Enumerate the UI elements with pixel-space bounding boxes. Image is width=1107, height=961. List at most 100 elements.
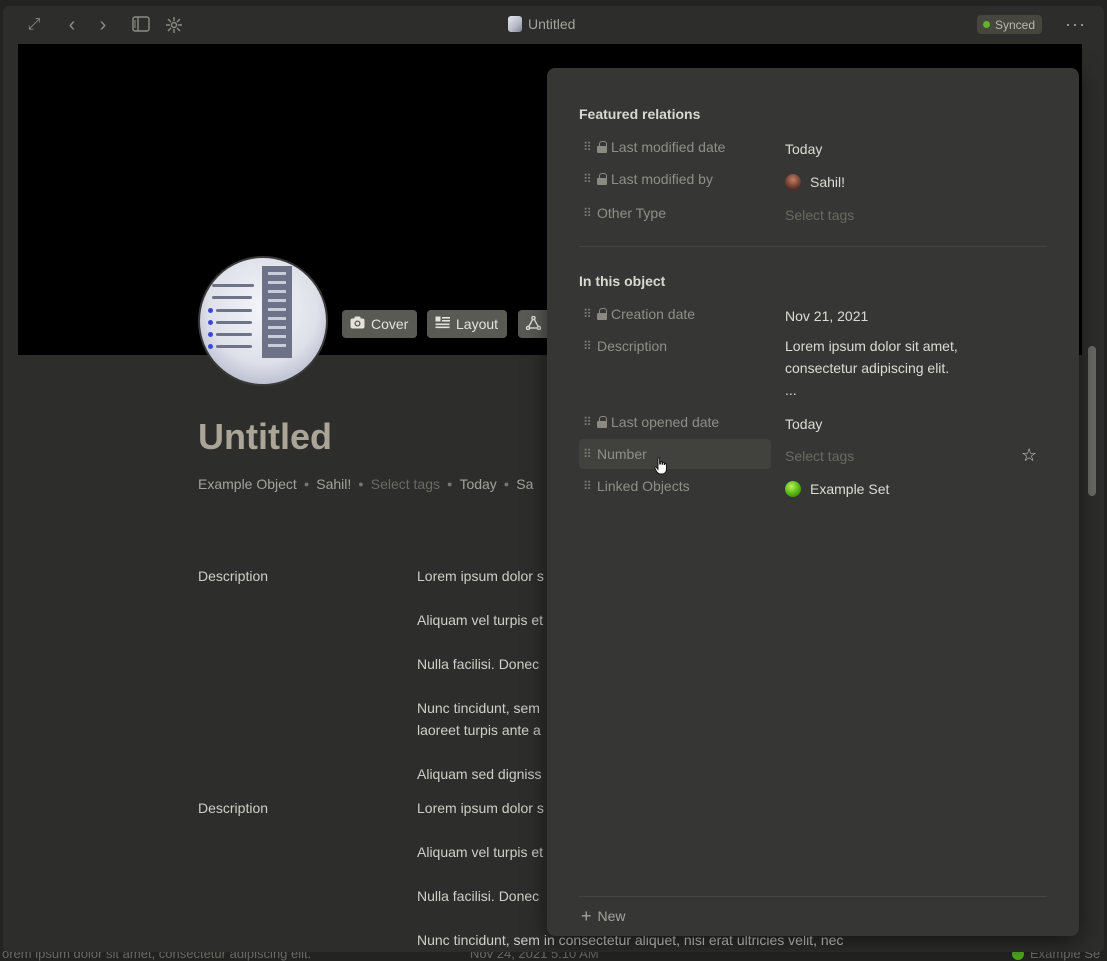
relation-name: Linked Objects bbox=[597, 478, 690, 494]
layout-button-label: Layout bbox=[456, 316, 499, 332]
layout-button[interactable]: Layout bbox=[427, 310, 508, 338]
relation-name: Last modified date bbox=[611, 139, 726, 155]
relation-name: Last modified by bbox=[611, 171, 713, 187]
avatar-dot bbox=[208, 332, 213, 337]
scrollbar[interactable] bbox=[1088, 346, 1096, 496]
relation-name-cell[interactable]: ⠿ Last opened date bbox=[579, 407, 771, 437]
lock-icon bbox=[597, 173, 607, 185]
relation-name-cell[interactable]: ⠿ Creation date bbox=[579, 299, 771, 329]
relation-row[interactable]: ⠿ Last modified by Sahil! bbox=[579, 164, 1019, 192]
star-icon[interactable]: ☆ bbox=[1021, 445, 1037, 466]
relation-name: Last opened date bbox=[611, 414, 720, 430]
cover-button[interactable]: Cover bbox=[342, 310, 418, 338]
relation-value-line: Lorem ipsum dolor sit amet, bbox=[785, 338, 958, 354]
avatar-line bbox=[212, 296, 252, 299]
expand-icon[interactable]: ⤢ bbox=[25, 16, 43, 34]
window-title: Untitled bbox=[508, 16, 575, 32]
featured-relations-line: Example Object ● Sahil! ● Select tags ● … bbox=[198, 476, 533, 492]
relation-row[interactable]: ⠿ Last opened date Today bbox=[579, 407, 1019, 435]
plus-icon: + bbox=[581, 906, 592, 926]
relation-value[interactable]: Nov 21, 2021 bbox=[785, 305, 868, 327]
object-relations-heading: In this object bbox=[579, 273, 666, 289]
top-bar: ⤢ ‹ › Untitled Synced ··· bbox=[3, 6, 1104, 44]
drag-handle-icon[interactable]: ⠿ bbox=[583, 141, 593, 153]
relation-value-line: consectetur adipiscing elit. bbox=[785, 360, 950, 376]
relation-row[interactable]: ⠿ Creation date Nov 21, 2021 bbox=[579, 299, 1019, 327]
new-relation-label: New bbox=[597, 908, 626, 924]
relation-name-cell[interactable]: ⠿ Number bbox=[579, 439, 771, 469]
window-title-text: Untitled bbox=[528, 16, 576, 32]
relation-name-cell[interactable]: ⠿ Other Type bbox=[579, 198, 771, 228]
lock-icon bbox=[597, 416, 607, 428]
new-relation-button[interactable]: + New bbox=[581, 906, 626, 926]
object-avatar[interactable] bbox=[198, 256, 328, 386]
drag-handle-icon[interactable]: ⠿ bbox=[583, 308, 593, 320]
meta-separator: ● bbox=[447, 479, 453, 489]
lock-icon bbox=[597, 308, 607, 320]
relation-value[interactable]: Today bbox=[785, 413, 822, 435]
linked-object-name: Example Set bbox=[810, 481, 890, 497]
relations-panel: Featured relations ⠿ Last modified date … bbox=[547, 68, 1079, 936]
camera-icon bbox=[350, 316, 365, 332]
drag-handle-icon[interactable]: ⠿ bbox=[583, 173, 593, 185]
layout-icon bbox=[435, 316, 450, 332]
back-icon[interactable]: ‹ bbox=[63, 15, 81, 35]
graph-icon[interactable] bbox=[165, 16, 183, 34]
more-icon[interactable]: ··· bbox=[1065, 14, 1086, 35]
forward-icon[interactable]: › bbox=[94, 15, 112, 35]
relation-value[interactable]: Today bbox=[785, 138, 822, 160]
relation-name: Description bbox=[597, 338, 668, 354]
avatar-line bbox=[216, 345, 252, 348]
meta-date[interactable]: Today bbox=[459, 476, 496, 492]
drag-handle-icon[interactable]: ⠿ bbox=[583, 480, 593, 492]
user-name: Sahil! bbox=[810, 174, 846, 190]
relation-name: Other Type bbox=[597, 205, 667, 221]
relation-name-cell[interactable]: ⠿ Last modified date bbox=[579, 132, 771, 162]
drag-handle-icon[interactable]: ⠿ bbox=[583, 448, 593, 460]
meta-separator: ● bbox=[503, 479, 510, 489]
relation-name: Creation date bbox=[611, 306, 696, 322]
set-icon bbox=[785, 481, 801, 497]
meta-type[interactable]: Example Object bbox=[198, 476, 297, 492]
meta-author[interactable]: Sahil! bbox=[316, 476, 351, 492]
relation-row[interactable]: ⠿ Linked Objects Example Set bbox=[579, 471, 1019, 499]
section-divider bbox=[579, 246, 1047, 247]
relation-name-cell[interactable]: ⠿ Description bbox=[579, 331, 771, 361]
description-label: Description bbox=[198, 568, 269, 584]
relation-value-placeholder[interactable]: Select tags bbox=[785, 204, 854, 226]
relation-name-cell[interactable]: ⠿ Linked Objects bbox=[579, 471, 771, 501]
relation-value-placeholder[interactable]: Select tags bbox=[785, 445, 854, 467]
description-label: Description bbox=[198, 800, 269, 816]
relation-value[interactable]: Sahil! bbox=[785, 171, 845, 193]
sync-status-text: Synced bbox=[995, 17, 1036, 32]
relation-row[interactable]: ⠿ Other Type Select tags bbox=[579, 198, 1019, 226]
avatar-illustration bbox=[262, 266, 292, 358]
featured-relations-heading: Featured relations bbox=[579, 106, 701, 122]
avatar-dot bbox=[208, 344, 213, 349]
footer-divider bbox=[579, 896, 1047, 897]
sync-status-dot-icon bbox=[983, 21, 990, 28]
avatar-line bbox=[212, 284, 254, 287]
relation-row[interactable]: ⠿ Number Select tags bbox=[579, 439, 1019, 469]
avatar-dot bbox=[208, 308, 213, 313]
drag-handle-icon[interactable]: ⠿ bbox=[583, 416, 593, 428]
drag-handle-icon[interactable]: ⠿ bbox=[583, 340, 593, 352]
relation-value[interactable]: Lorem ipsum dolor sit amet, consectetur … bbox=[785, 335, 958, 401]
hand-cursor-icon bbox=[654, 457, 667, 475]
sync-badge[interactable]: Synced bbox=[977, 15, 1043, 34]
page-title[interactable]: Untitled bbox=[198, 416, 332, 458]
relation-name: Number bbox=[597, 446, 647, 462]
user-avatar bbox=[785, 174, 801, 190]
meta-tags[interactable]: Select tags bbox=[371, 476, 440, 492]
relation-name-cell[interactable]: ⠿ Last modified by bbox=[579, 164, 771, 194]
meta-separator: ● bbox=[358, 479, 364, 489]
meta-separator: ● bbox=[303, 479, 310, 489]
avatar-line bbox=[216, 309, 252, 312]
meta-extra[interactable]: Sa bbox=[516, 476, 533, 492]
relation-row[interactable]: ⠿ Last modified date Today bbox=[579, 132, 1019, 160]
relation-row[interactable]: ⠿ Description Lorem ipsum dolor sit amet… bbox=[579, 331, 1019, 398]
avatar-dot bbox=[208, 320, 213, 325]
relation-value[interactable]: Example Set bbox=[785, 478, 889, 500]
sidebar-icon[interactable] bbox=[132, 16, 150, 34]
drag-handle-icon[interactable]: ⠿ bbox=[583, 207, 593, 219]
